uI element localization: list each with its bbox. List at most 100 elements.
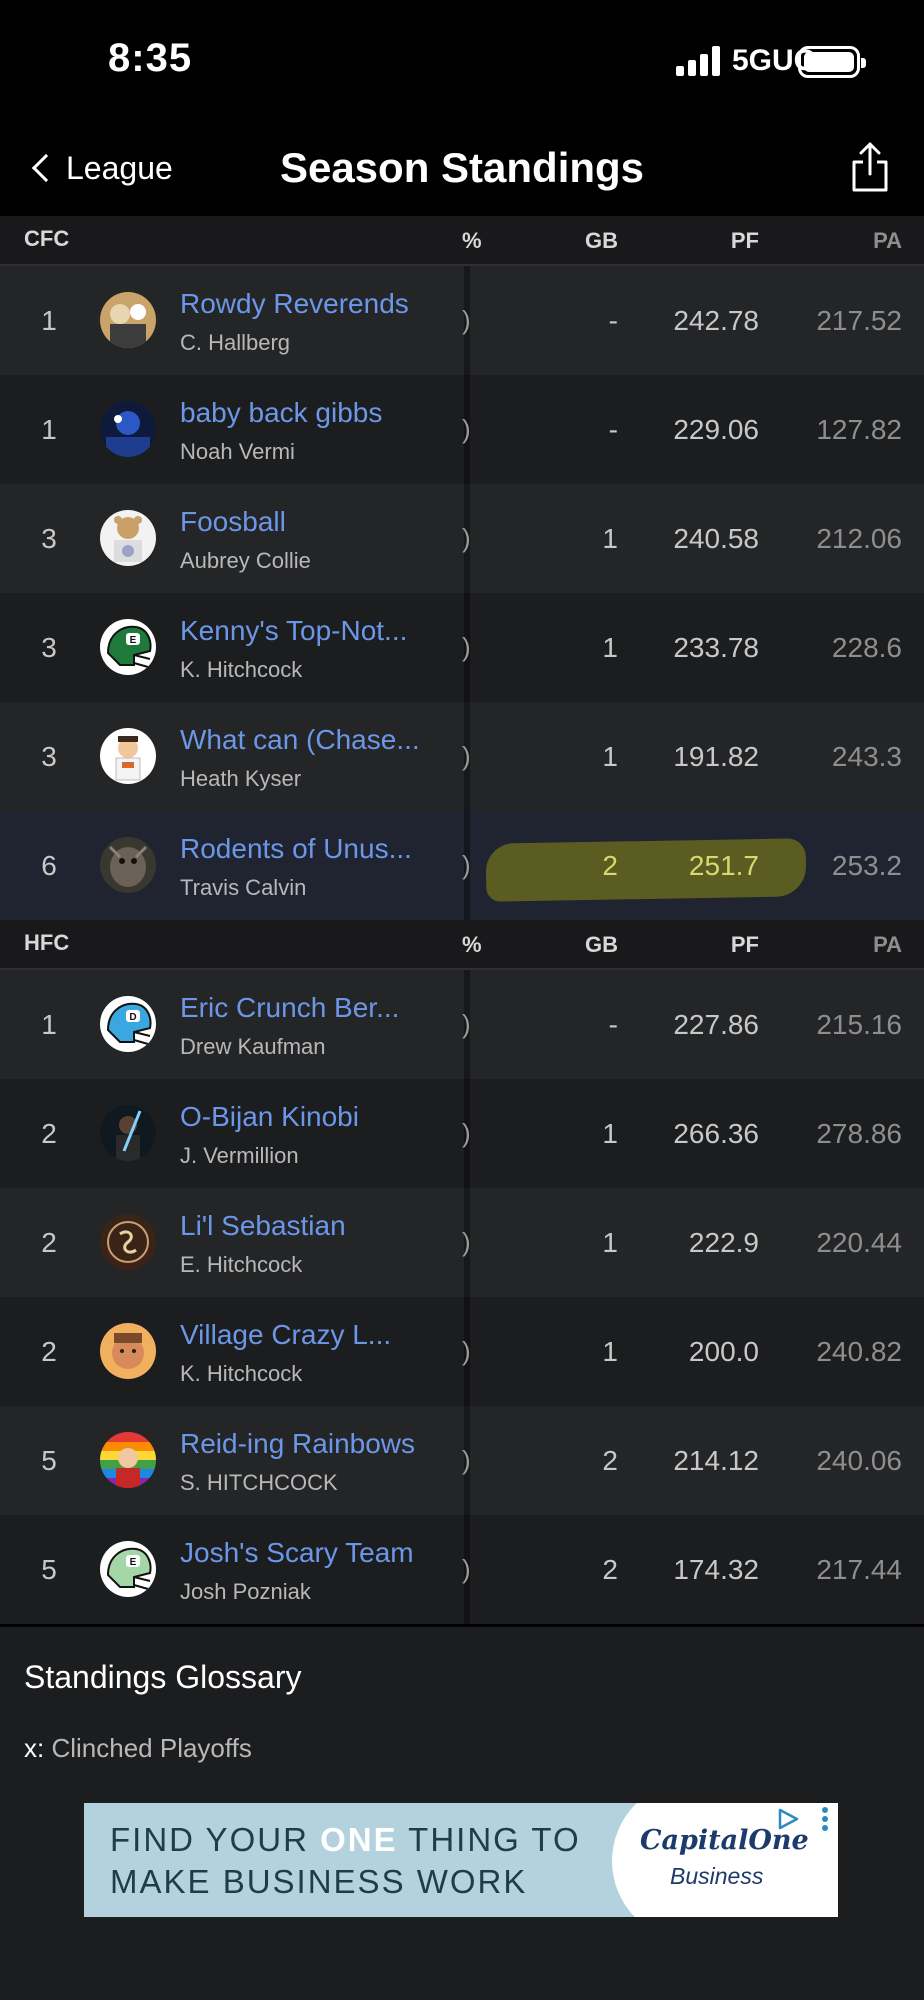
team-row[interactable]: 1 Rowdy Reverends C. Hallberg ) - 242.78…: [0, 266, 924, 375]
column-header-gb[interactable]: GB: [585, 932, 618, 958]
team-avatar: D: [100, 996, 156, 1052]
back-button[interactable]: League: [26, 138, 173, 198]
team-name-link[interactable]: Li'l Sebastian: [180, 1210, 346, 1242]
team-row[interactable]: 5 Reid-ing Rainbows S. HITCHCOCK ) 2 214…: [0, 1406, 924, 1515]
team-avatar: E: [100, 1541, 156, 1597]
team-name-link[interactable]: baby back gibbs: [180, 397, 382, 429]
team-row[interactable]: 3 What can (Chase... Heath Kyser ) 1 191…: [0, 702, 924, 811]
team-owner: K. Hitchcock: [180, 657, 303, 682]
ad-logo-area: CapitalOne Business: [612, 1803, 838, 1917]
team-rank: 3: [41, 741, 57, 772]
column-header-pf[interactable]: PF: [731, 228, 759, 254]
team-row[interactable]: 1 baby back gibbs Noah Vermi ) - 229.06 …: [0, 375, 924, 484]
team-name-link[interactable]: What can (Chase...: [180, 724, 420, 756]
team-name-link[interactable]: Rodents of Unus...: [180, 833, 412, 865]
points-against-value: 278.86: [816, 1118, 902, 1149]
team-rank: 1: [41, 305, 57, 336]
points-against-value: 240.06: [816, 1445, 902, 1476]
team-owner: S. HITCHCOCK: [180, 1470, 338, 1495]
column-header-pa[interactable]: PA: [873, 228, 902, 254]
nav-bar: Season Standings League: [0, 120, 924, 216]
games-back-value: 2: [602, 850, 618, 881]
team-name-link[interactable]: Foosball: [180, 506, 286, 538]
points-for-value: 240.58: [673, 523, 759, 554]
team-avatar: [100, 510, 156, 566]
glossary-title: Standings Glossary: [24, 1659, 302, 1695]
win-pct-value: ): [462, 1554, 471, 1584]
team-name-link[interactable]: Kenny's Top-Not...: [180, 615, 407, 647]
team-owner: K. Hitchcock: [180, 1361, 303, 1386]
games-back-value: 1: [602, 741, 618, 772]
win-pct-value: ): [462, 1336, 471, 1366]
win-pct-value: ): [462, 414, 471, 444]
games-back-value: 2: [602, 1445, 618, 1476]
team-owner: Heath Kyser: [180, 766, 302, 791]
team-row[interactable]: 2 Village Crazy L... K. Hitchcock ) 1 20…: [0, 1297, 924, 1406]
glossary-description: Clinched Playoffs: [44, 1733, 252, 1763]
team-rank: 5: [41, 1554, 57, 1585]
column-header-pct[interactable]: %: [462, 932, 482, 958]
team-owner: J. Vermillion: [180, 1143, 299, 1168]
team-owner: C. Hallberg: [180, 330, 291, 355]
status-bar: 8:35 5GUC: [0, 0, 924, 120]
team-avatar: [100, 1323, 156, 1379]
team-row[interactable]: 5 E Josh's Scary Team Josh Pozniak ) 2 1…: [0, 1515, 924, 1624]
column-header-pf[interactable]: PF: [731, 932, 759, 958]
team-name-link[interactable]: Eric Crunch Ber...: [180, 992, 399, 1024]
points-against-value: 212.06: [816, 523, 902, 554]
games-back-value: -: [608, 414, 618, 445]
team-avatar: [100, 1432, 156, 1488]
team-owner: Aubrey Collie: [180, 548, 311, 573]
team-name-link[interactable]: Rowdy Reverends: [180, 288, 409, 320]
games-back-value: -: [608, 1009, 618, 1040]
ad-banner[interactable]: FIND YOUR ONE THING TO MAKE BUSINESS WOR…: [84, 1803, 838, 1917]
games-back-value: 1: [602, 523, 618, 554]
ad-area: FIND YOUR ONE THING TO MAKE BUSINESS WOR…: [0, 1803, 924, 2000]
games-back-value: 1: [602, 1336, 618, 1367]
games-back-value: 1: [602, 1227, 618, 1258]
points-for-value: 233.78: [673, 632, 759, 663]
points-for-value: 227.86: [673, 1009, 759, 1040]
points-against-value: 217.44: [816, 1554, 902, 1585]
glossary-key: x:: [24, 1733, 45, 1763]
team-rank: 2: [41, 1336, 57, 1367]
team-rank: 2: [41, 1118, 57, 1149]
column-header-pct[interactable]: %: [462, 228, 482, 254]
points-for-value: 222.9: [688, 1227, 759, 1258]
win-pct-value: ): [462, 1227, 471, 1257]
column-header-gb[interactable]: GB: [585, 228, 618, 254]
ad-options-icon[interactable]: [820, 1807, 830, 1835]
conference-header-hfc: HFC % GB PF PA: [0, 920, 924, 970]
team-owner: Travis Calvin: [180, 875, 307, 900]
ad-choices-icon[interactable]: [776, 1807, 800, 1831]
games-back-value: 2: [602, 1554, 618, 1585]
battery-icon: [798, 46, 866, 78]
points-for-value: 266.36: [673, 1118, 759, 1149]
points-for-value: 214.12: [673, 1445, 759, 1476]
team-name-link[interactable]: O-Bijan Kinobi: [180, 1101, 359, 1133]
team-row[interactable]: 2 O-Bijan Kinobi J. Vermillion ) 1 266.3…: [0, 1079, 924, 1188]
team-row[interactable]: 3 E Kenny's Top-Not... K. Hitchcock ) 1 …: [0, 593, 924, 702]
team-rank: 6: [41, 850, 57, 881]
team-avatar: [100, 1214, 156, 1270]
points-for-value: 200.0: [688, 1336, 759, 1367]
share-icon[interactable]: [852, 142, 888, 192]
team-row-highlighted[interactable]: 6 Rodents of Unus... Travis Calvin ) 2 2…: [0, 811, 924, 920]
team-row[interactable]: 3 Foosball Aubrey Collie ) 1 240.58 212.…: [0, 484, 924, 593]
team-avatar: [100, 728, 156, 784]
team-owner: Noah Vermi: [180, 439, 295, 464]
points-against-value: 215.16: [816, 1009, 902, 1040]
team-name-link[interactable]: Village Crazy L...: [180, 1319, 391, 1351]
team-avatar: [100, 837, 156, 893]
conference-header-cfc: CFC % GB PF PA: [0, 216, 924, 266]
team-row[interactable]: 2 Li'l Sebastian E. Hitchcock ) 1 222.9 …: [0, 1188, 924, 1297]
team-owner: E. Hitchcock: [180, 1252, 303, 1277]
team-avatar: E: [100, 619, 156, 675]
team-owner: Josh Pozniak: [180, 1579, 311, 1604]
team-name-link[interactable]: Reid-ing Rainbows: [180, 1428, 415, 1460]
glossary-item: x: Clinched Playoffs: [24, 1733, 252, 1764]
team-row[interactable]: 1 D Eric Crunch Ber... Drew Kaufman ) - …: [0, 970, 924, 1079]
team-name-link[interactable]: Josh's Scary Team: [180, 1537, 414, 1569]
team-rank: 2: [41, 1227, 57, 1258]
column-header-pa[interactable]: PA: [873, 932, 902, 958]
